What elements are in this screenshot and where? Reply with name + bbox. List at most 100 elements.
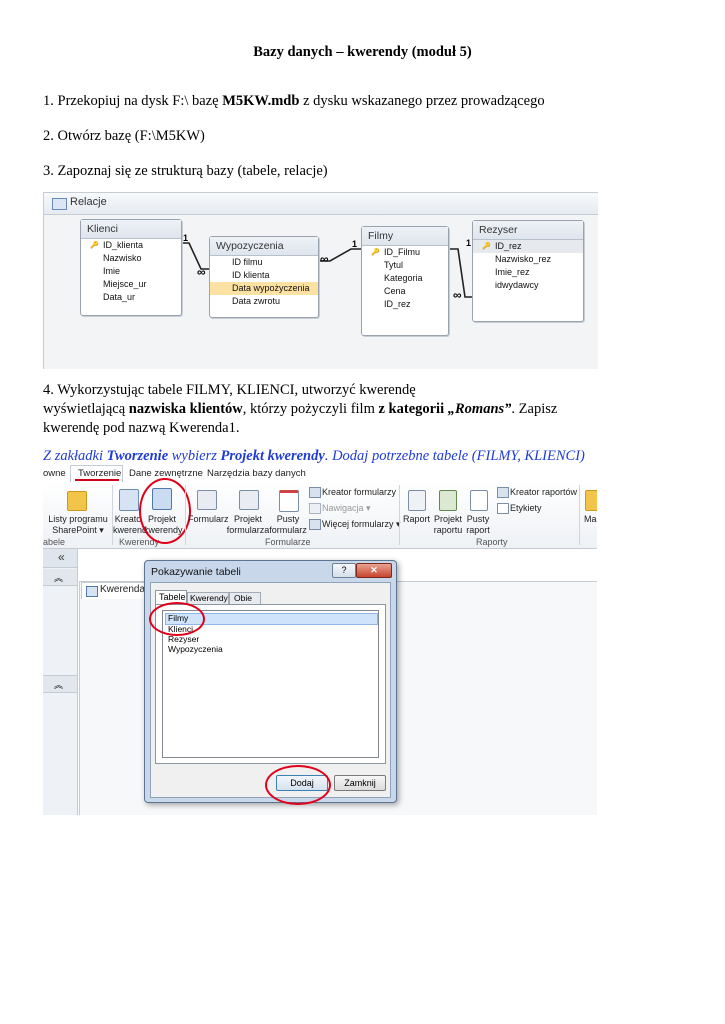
sharepoint-icon — [67, 491, 87, 511]
tab-obie-label: Obie — [234, 593, 252, 603]
report-wizard-icon — [497, 487, 509, 498]
group-reports: Raporty — [476, 537, 508, 547]
list-item[interactable]: Wypozyczenia — [168, 644, 223, 654]
nav-pane-group: ︽ — [43, 569, 77, 586]
close-dialog-button-label: Zamknij — [344, 778, 376, 788]
blank-report-icon — [470, 490, 488, 511]
form-icon — [197, 490, 217, 510]
tab-underline — [75, 479, 119, 481]
separator — [579, 485, 580, 545]
field[interactable]: Imie_rez — [473, 266, 583, 279]
form-button[interactable]: Formularz — [188, 514, 229, 525]
report-icon — [408, 490, 426, 511]
field[interactable]: ID_klienta — [81, 239, 181, 252]
tab-kwerendy-label: Kwerendy — [190, 593, 228, 603]
dialog-title: Pokazywanie tabeli — [151, 566, 241, 578]
macro-icon — [585, 490, 597, 511]
table-rezyser[interactable]: Rezyser ID_rez Nazwisko_rez Imie_rez idw… — [472, 220, 584, 322]
relations-window: Relacje 1 ∞ ∞ 1 1 ∞ Klienci ID_klienta N… — [43, 192, 598, 369]
form-wizard-button[interactable]: Kreator formularzy — [322, 487, 396, 498]
query-wizard-icon — [119, 489, 139, 511]
table-header: Rezyser — [473, 221, 583, 240]
navigation-button[interactable]: Nawigacja ▾ — [322, 503, 371, 514]
collapse-chevron[interactable]: ︽ — [54, 678, 63, 691]
table-header: Klienci — [81, 220, 181, 239]
group-forms: Formularze — [265, 537, 311, 547]
close-dialog-button[interactable]: Zamknij — [334, 775, 386, 791]
field[interactable]: ID klienta — [210, 269, 318, 282]
report-design-icon — [439, 490, 457, 511]
rel-many-2: ∞ — [320, 252, 329, 266]
field[interactable]: Imie — [81, 265, 181, 278]
instruction: Z zakładki Tworzenie wybierz Projekt kwe… — [43, 448, 585, 464]
labels-button[interactable]: Etykiety — [510, 503, 542, 514]
ribbon-tab-strip — [43, 465, 597, 483]
tab-dbtools[interactable]: Narzędzia bazy danych — [207, 468, 306, 479]
separator — [185, 485, 186, 545]
report-button[interactable]: Raport — [403, 514, 430, 525]
highlight-circle-add — [265, 765, 331, 805]
more-forms-icon — [309, 519, 321, 530]
field[interactable]: ID_rez — [473, 240, 583, 253]
labels-icon — [497, 503, 509, 514]
sharepoint-lists-button[interactable]: Listy programu SharePoint ▾ — [45, 514, 111, 536]
rel-one-3: 1 — [466, 238, 472, 248]
field[interactable]: Data_ur — [81, 291, 181, 304]
field[interactable]: Tytul — [362, 259, 448, 272]
rel-many-1: ∞ — [197, 265, 206, 279]
report-design-button[interactable]: Projekt raportu — [432, 514, 464, 536]
field-selected[interactable]: Data wypożyczenia — [210, 282, 318, 295]
help-button[interactable]: ? — [332, 563, 356, 578]
blank-report-button[interactable]: Pusty raport — [463, 514, 493, 536]
rel-one-1: 1 — [183, 233, 189, 243]
table-wypozyczenia[interactable]: Wypozyczenia ID filmu ID klienta Data wy… — [209, 236, 319, 318]
step-3: 3. Zapoznaj się ze strukturą bazy (tabel… — [43, 163, 328, 179]
field[interactable]: ID filmu — [210, 256, 318, 269]
table-filmy[interactable]: Filmy ID_Filmu Tytul Kategoria Cena ID_r… — [361, 226, 449, 336]
field[interactable]: Miejsce_ur — [81, 278, 181, 291]
query-tab[interactable]: Kwerenda1 — [81, 582, 153, 599]
group-tables: abele — [43, 537, 66, 547]
blank-form-button[interactable]: Pusty formularz — [269, 514, 307, 536]
table-klienci[interactable]: Klienci ID_klienta Nazwisko Imie Miejsce… — [80, 219, 182, 316]
field[interactable]: Data zwrotu — [210, 295, 318, 308]
field[interactable]: Nazwisko_rez — [473, 253, 583, 266]
step-2: 2. Otwórz bazę (F:\M5KW) — [43, 128, 205, 144]
more-forms-button[interactable]: Więcej formularzy ▾ — [322, 519, 401, 530]
rel-many-3: ∞ — [453, 288, 462, 302]
nav-pane-top: « — [43, 549, 77, 568]
form-design-button[interactable]: Projekt formularza — [226, 514, 270, 536]
nav-shutter-chevron[interactable]: « — [58, 550, 65, 564]
field[interactable]: Nazwisko — [81, 252, 181, 265]
close-button[interactable]: ✕ — [356, 563, 392, 578]
highlight-circle-query-design — [139, 478, 191, 544]
step-1: 1. Przekopiuj na dysk F:\ bazę M5KW.mdb … — [43, 93, 545, 109]
field[interactable]: idwydawcy — [473, 279, 583, 292]
macro-button[interactable]: Ma — [584, 514, 597, 525]
collapse-chevron[interactable]: ︽ — [54, 571, 63, 584]
field[interactable]: ID_rez — [362, 298, 448, 311]
highlight-circle-filmy — [149, 602, 205, 636]
close-icon: ✕ — [370, 565, 378, 575]
blank-form-icon — [279, 490, 299, 512]
nav-pane-group-2: ︽ — [43, 675, 77, 693]
tab-create-label: Tworzenie — [78, 468, 122, 479]
help-icon: ? — [341, 565, 347, 575]
rel-one-2: 1 — [352, 239, 358, 249]
table-header: Filmy — [362, 227, 448, 246]
report-wizard-button[interactable]: Kreator raportów — [510, 487, 577, 498]
form-design-icon — [239, 490, 259, 510]
doc-title: Bazy danych – kwerendy (moduł 5) — [253, 44, 472, 60]
navigation-icon — [309, 503, 321, 514]
tab-tabele-label: Tabele — [159, 592, 186, 602]
step-4: 4. Wykorzystując tabele FILMY, KLIENCI, … — [43, 382, 558, 436]
field[interactable]: Kategoria — [362, 272, 448, 285]
form-wizard-icon — [309, 487, 321, 498]
field[interactable]: ID_Filmu — [362, 246, 448, 259]
query-icon — [86, 586, 98, 597]
separator — [399, 485, 400, 545]
tab-home[interactable]: owne — [43, 468, 66, 479]
show-table-dialog: Pokazywanie tabeli ? ✕ Tabele Kwerendy O… — [144, 560, 397, 803]
table-header: Wypozyczenia — [210, 237, 318, 256]
field[interactable]: Cena — [362, 285, 448, 298]
